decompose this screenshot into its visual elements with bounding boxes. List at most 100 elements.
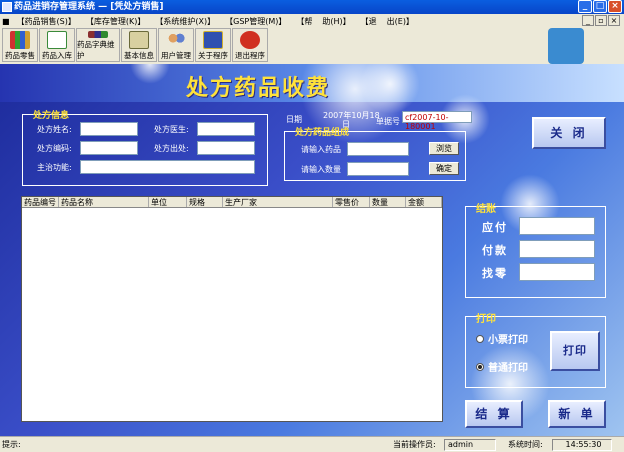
date-label: 日期 [286,115,302,124]
maximize-button[interactable]: □ [593,0,607,13]
paid-label: 付款 [482,244,508,257]
prescription-source-input[interactable] [197,141,255,155]
receipt-print-radio[interactable]: 小票打印 [476,331,528,346]
print-group: 打印 小票打印 普通打印 打印 [465,314,606,388]
drug-input-label: 请输入药品 [301,145,341,154]
books-icon [88,31,108,38]
patient-name-input[interactable] [80,122,138,136]
basic-info-button[interactable]: 基本信息 [121,28,157,62]
doctor-input[interactable] [197,122,255,136]
col-header[interactable]: 数量 [370,197,406,207]
function-label: 主治功能: [37,163,72,172]
browse-button[interactable]: 浏览 [429,142,459,155]
menu-exit-part2[interactable]: 出(E)】 [382,16,419,27]
status-bar: 提示: 当前操作员: admin 系统时间: 14:55:30 [0,436,624,452]
col-header[interactable]: 单位 [149,197,187,207]
about-label: 关于程序 [198,51,228,60]
window-title: 药品进销存管理系统 — [凭处方销售] [14,2,164,12]
col-header[interactable]: 药品名称 [59,197,149,207]
power-icon [240,31,260,49]
change-label: 找零 [482,267,508,280]
document-icon [47,31,67,49]
menu-system[interactable]: 【系统维护(X)】 [150,16,220,27]
info-icon [129,31,149,49]
main-form: 处方药品收费 处方信息 处方姓名: 处方医生: 处方编码: 处方出处: 主治功能… [0,64,624,436]
receipt-print-label: 小票打印 [488,335,528,346]
settle-button[interactable]: 结 算 [465,400,523,428]
minimize-button[interactable]: _ [578,0,592,13]
checkout-group: 结账 应付 付款 找零 [465,204,606,298]
about-icon [203,31,223,49]
menu-help-part2[interactable]: 助(H)】 [317,16,355,27]
radio-dot [476,334,484,343]
due-label: 应付 [482,221,508,234]
print-button[interactable]: 打印 [550,331,600,371]
receipt-no-label: 单据号 [376,117,400,126]
checkout-legend: 结账 [476,204,496,215]
time-label: 系统时间: [508,440,543,449]
confirm-button[interactable]: 确定 [429,162,459,175]
retail-label: 药品零售 [5,51,35,60]
compose-legend: 处方药品组成 [295,128,350,138]
amount-due-input[interactable] [519,217,595,235]
mdi-restore-button[interactable]: ▫ [595,15,607,26]
date-value-line1: 2007年10月18 [323,111,380,120]
operator-label: 当前操作员: [393,440,436,449]
col-header[interactable]: 零售价 [333,197,370,207]
normal-print-label: 普通打印 [488,363,528,374]
name-label: 处方姓名: [37,125,72,134]
table-header: 药品编号 药品名称 单位 规格 生产厂家 零售价 数量 金额 [22,197,442,208]
prescription-info-legend: 处方信息 [33,111,70,121]
amount-paid-input[interactable] [519,240,595,258]
source-label: 处方出处: [154,144,189,153]
col-header[interactable]: 生产厂家 [223,197,333,207]
col-header[interactable]: 药品编号 [22,197,59,207]
app-icon [2,2,12,12]
menu-exit-part1[interactable]: 【退 [356,16,382,27]
col-header[interactable]: 金额 [406,197,442,207]
title-bar: 药品进销存管理系统 — [凭处方销售] _ □ × [0,0,624,14]
system-menu-icon[interactable]: ■ [0,17,12,26]
code-label: 处方编码: [37,144,72,153]
toolbar: 药品零售 药品入库 药品字典维护 基本信息 用户管理 关于程序 退出程序 [0,28,624,64]
dictionary-button[interactable]: 药品字典维护 [76,28,120,62]
user-management-label: 用户管理 [161,51,191,60]
user-management-button[interactable]: 用户管理 [158,28,194,62]
dictionary-label: 药品字典维护 [77,40,115,60]
prescription-info-group: 处方信息 处方姓名: 处方医生: 处方编码: 处方出处: 主治功能: [22,111,268,186]
drug-table[interactable]: 药品编号 药品名称 单位 规格 生产厂家 零售价 数量 金额 [21,196,443,422]
function-input[interactable] [80,160,255,174]
new-order-button[interactable]: 新 单 [548,400,606,428]
quantity-input[interactable] [347,162,409,176]
stock-in-button[interactable]: 药品入库 [39,28,75,62]
basic-info-label: 基本信息 [124,51,154,60]
radio-dot-selected [476,362,484,371]
mdi-close-button[interactable]: × [608,15,620,26]
change-input[interactable] [519,263,595,281]
menu-inventory[interactable]: 【库存管理(K)】 [81,16,151,27]
menu-bar: ■ 【药品销售(S)】 【库存管理(K)】 【系统维护(X)】 【GSP管理(M… [0,14,624,28]
time-value: 14:55:30 [552,439,612,451]
page-title: 处方药品收费 [186,75,331,101]
compose-group: 处方药品组成 请输入药品 浏览 请输入数量 确定 [284,128,466,181]
normal-print-radio[interactable]: 普通打印 [476,359,528,374]
close-window-button[interactable]: × [608,0,622,13]
retail-button[interactable]: 药品零售 [2,28,38,62]
about-button[interactable]: 关于程序 [195,28,231,62]
drug-input[interactable] [347,142,409,156]
hint-label: 提示: [2,440,21,449]
users-icon [166,31,186,49]
menu-gsp[interactable]: 【GSP管理(M)】 [220,16,291,27]
close-button[interactable]: 关 闭 [532,117,606,149]
menu-sales[interactable]: 【药品销售(S)】 [12,16,81,27]
mdi-minimize-button[interactable]: _ [582,15,594,26]
col-header[interactable]: 规格 [187,197,223,207]
quantity-input-label: 请输入数量 [301,165,341,174]
menu-help-part1[interactable]: 【帮 [291,16,317,27]
stock-in-label: 药品入库 [42,51,72,60]
exit-program-label: 退出程序 [235,51,265,60]
exit-program-button[interactable]: 退出程序 [232,28,268,62]
logo-swoosh-icon [548,28,584,64]
prescription-code-input[interactable] [80,141,138,155]
operator-value: admin [444,439,496,451]
